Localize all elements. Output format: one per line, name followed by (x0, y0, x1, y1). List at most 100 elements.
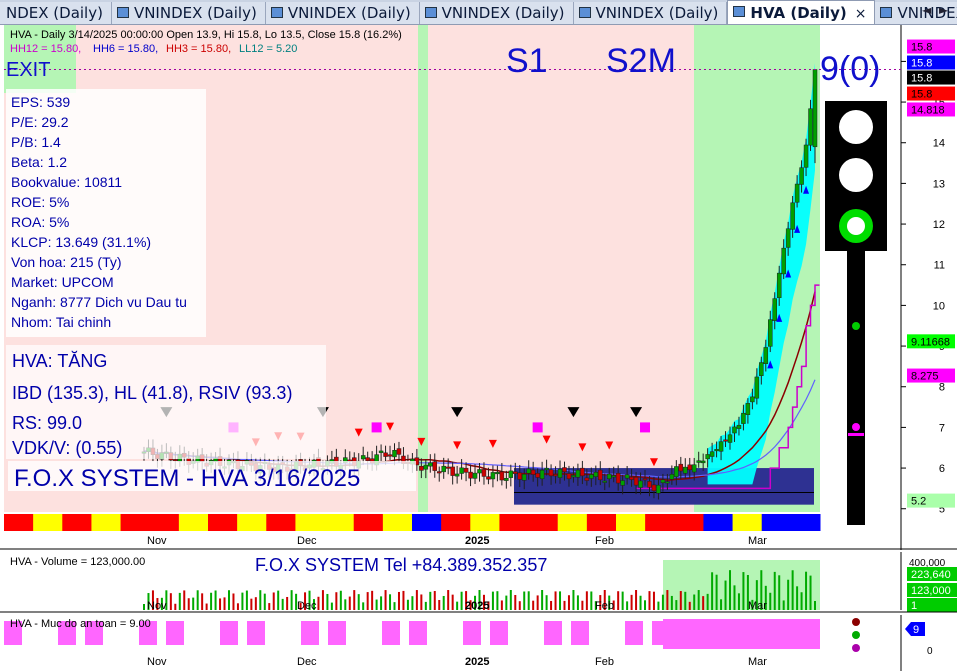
safety-zone-block (382, 621, 400, 645)
close-icon[interactable]: × (855, 6, 867, 22)
tab-scroll-right-icon[interactable]: ► (939, 3, 948, 17)
fundamental-line: Bookvalue: 10811 (11, 174, 122, 190)
date-axis-label: 2025 (465, 535, 489, 547)
candle-body (454, 473, 460, 477)
tab-0[interactable]: NDEX (Daily) (0, 2, 112, 24)
volume-label-text: 223,640 (911, 569, 951, 581)
state-strip-segment (62, 514, 92, 531)
candle-body (521, 473, 527, 481)
candle-body (696, 460, 701, 463)
vdkv-label: VDK/V: (0.55) (12, 438, 122, 458)
candle-body (656, 484, 661, 494)
candle-body (683, 466, 688, 474)
state-strip-segment (616, 514, 646, 531)
volume-bar (514, 595, 517, 610)
tab-1[interactable]: VNINDEX (Daily) (111, 2, 266, 24)
volume-bar (742, 572, 745, 610)
candle-body (633, 476, 639, 486)
signal-count-label: 9(0) (820, 50, 880, 88)
state-strip-segment (208, 514, 238, 531)
volume-bar (729, 570, 732, 610)
trend-label: HVA: TĂNG (12, 351, 107, 371)
candle-body (472, 472, 478, 479)
candle-body (513, 471, 518, 474)
fundamental-line: ROA: 5% (11, 214, 69, 230)
candle-body (562, 467, 567, 473)
volume-bar (402, 590, 405, 610)
volume-bar (223, 597, 226, 610)
candle-body (423, 464, 429, 470)
pole-magenta-dot (852, 423, 860, 431)
hh12-value: HH12 = 15.80, (10, 43, 81, 55)
fundamental-line: Nhom: Tai chinh (11, 314, 111, 330)
volume-bar (447, 590, 450, 610)
safety-date-label: Feb (595, 656, 614, 668)
tab-5[interactable]: HVA (Daily) × (727, 0, 876, 24)
signal-s2m-label: S2M (606, 42, 676, 80)
volume-bar (541, 590, 544, 610)
volume-panel-title: HVA - Volume = 123,000.00 (10, 556, 145, 568)
candle-body (495, 472, 500, 475)
price-tick-label: 14 (933, 138, 945, 150)
tab-3[interactable]: VNINDEX (Daily) (419, 2, 574, 24)
tab-2[interactable]: VNINDEX (Daily) (265, 2, 420, 24)
candle-body (173, 459, 178, 462)
candle-body (647, 481, 652, 488)
fundamental-line: P/E: 29.2 (11, 114, 69, 130)
safety-zone-block (733, 621, 751, 645)
tab-4[interactable]: VNINDEX (Daily) (573, 2, 728, 24)
volume-bar (809, 575, 812, 610)
candle-body (615, 473, 621, 484)
volume-date-label: Feb (595, 600, 614, 612)
state-strip-segment (295, 514, 326, 531)
fundamental-line: Beta: 1.2 (11, 154, 67, 170)
volume-bar (353, 590, 356, 610)
volume-bar (737, 593, 740, 610)
tab-scroll-left-icon[interactable]: ◄ (922, 3, 931, 17)
traffic-light-red-lamp (839, 110, 873, 144)
candle-body (436, 471, 442, 474)
volume-bar (366, 592, 369, 610)
candle-body (674, 466, 679, 477)
candle-body (445, 466, 451, 469)
volume-bar (505, 595, 508, 610)
volume-bar (711, 572, 714, 610)
volume-bar (219, 598, 222, 610)
candle-body (602, 480, 608, 483)
volume-bar (693, 594, 696, 610)
volume-bar (684, 591, 687, 610)
volume-bar (639, 595, 642, 610)
safety-date-label: 2025 (465, 656, 489, 668)
volume-bar (773, 571, 776, 610)
price-label-text: 15.8 (911, 58, 932, 70)
volume-bar (545, 595, 548, 610)
volume-date-label: 2025 (465, 600, 489, 612)
candle-body (741, 412, 746, 424)
volume-bar (702, 596, 705, 610)
candle-body (517, 472, 523, 480)
state-strip-segment (266, 514, 296, 531)
volume-bar (143, 604, 145, 610)
chart-tab-icon (578, 7, 591, 18)
candle-body (812, 69, 818, 148)
state-strip-segment (412, 514, 442, 531)
volume-bar (339, 590, 342, 610)
state-strip-segment (178, 514, 209, 531)
volume-bar (733, 585, 736, 610)
candle-body (678, 463, 684, 472)
candle-body (700, 460, 706, 464)
tab-label: VNINDEX (Daily) (441, 4, 565, 22)
candle-body (553, 474, 558, 477)
volume-bar (406, 599, 409, 610)
volume-bar (791, 570, 794, 610)
state-strip-segment (645, 514, 675, 531)
volume-bar (509, 590, 512, 610)
volume-bar (192, 597, 195, 610)
safety-zone-block (328, 621, 346, 645)
candle-body (772, 298, 777, 321)
volume-bar (250, 598, 253, 610)
candle-body (428, 462, 433, 467)
safety-date-label: Dec (297, 656, 317, 668)
volume-bar (782, 600, 785, 610)
candle-body (705, 454, 710, 460)
